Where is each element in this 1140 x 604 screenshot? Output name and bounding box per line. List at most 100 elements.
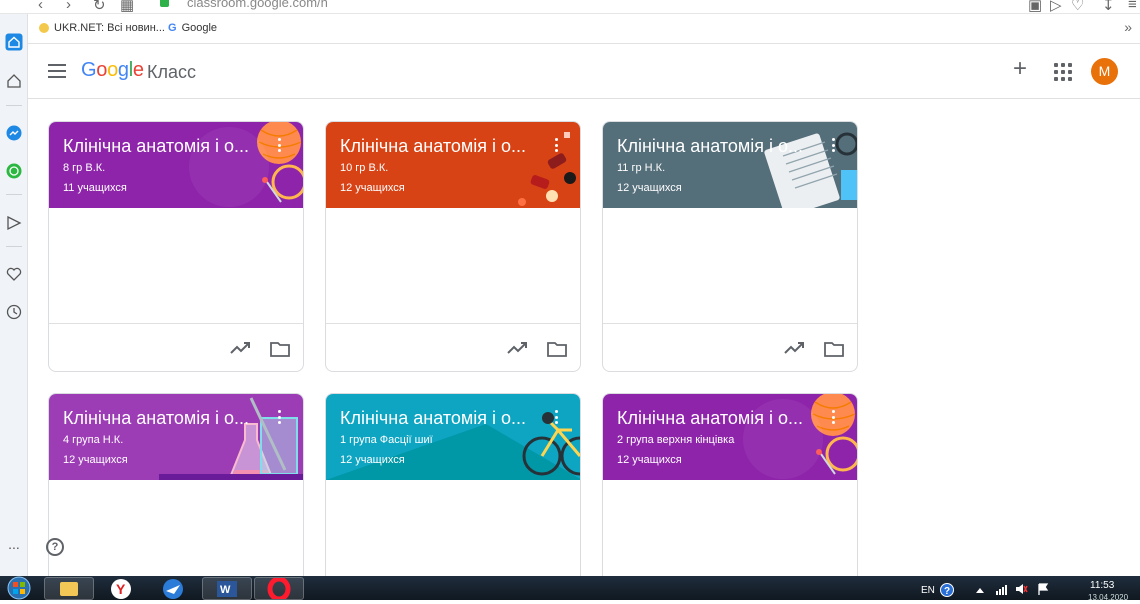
course-section: 10 гр В.К. (340, 162, 389, 174)
course-students: 12 учащихся (63, 454, 128, 466)
sidebar-home[interactable] (0, 28, 28, 56)
course-section: 4 група Н.К. (63, 434, 124, 446)
bookmarks-bar: UKR.NET: Всі новин... G Google » (28, 14, 1140, 44)
download-icon[interactable]: ↧ (1102, 0, 1115, 13)
more-options-icon[interactable] (275, 136, 283, 154)
svg-text:?: ? (944, 586, 950, 597)
sidebar-speed-dial[interactable] (0, 67, 28, 95)
clock-icon (6, 304, 22, 320)
course-banner[interactable]: Клінічна анатомія і о... 11 гр Н.К. 12 уча… (603, 122, 857, 208)
avatar[interactable]: M (1091, 58, 1118, 85)
word-icon: W (217, 581, 237, 597)
heart-icon (6, 267, 22, 281)
forward-icon[interactable]: › (66, 0, 71, 13)
browser-sidebar: ... (0, 14, 28, 576)
course-banner[interactable]: Клінічна анатомія і о... 4 група Н.К. 12 у… (49, 394, 303, 480)
trending-up-icon[interactable] (229, 339, 251, 357)
bookmark-ukrnet[interactable]: UKR.NET: Всі новин... (39, 22, 165, 34)
course-banner[interactable]: Клінічна анатомія і о... 10 гр В.К. 12 уча… (326, 122, 580, 208)
svg-text:W: W (220, 584, 231, 596)
course-banner[interactable]: Клінічна анатомія і о... 2 група верхня к… (603, 394, 857, 480)
trending-up-icon[interactable] (506, 339, 528, 357)
sidebar-flow[interactable] (0, 209, 28, 237)
secure-lock-icon (160, 0, 169, 7)
course-card[interactable]: Клінічна анатомія і о... 10 гр В.К. 12 уча… (325, 121, 581, 372)
more-options-icon[interactable] (829, 136, 837, 154)
folder-icon[interactable] (270, 341, 290, 357)
taskbar-app[interactable] (148, 577, 198, 600)
course-title[interactable]: Клінічна анатомія і о... (617, 136, 827, 157)
course-section: 11 гр Н.К. (617, 162, 666, 174)
course-title[interactable]: Клінічна анатомія і о... (63, 136, 273, 157)
yandex-icon: Y (111, 579, 131, 599)
folder-icon[interactable] (824, 341, 844, 357)
browser-address-bar: ‹ › ↻ ▦ classroom.google.com/h ▣ ▷ ♡ ↧ ≡ (0, 0, 1140, 14)
course-section: 2 група верхня кінцівка (617, 434, 735, 446)
bookmark-label: Google (181, 22, 218, 34)
course-card[interactable]: Клінічна анатомія і о... 2 група верхня к… (602, 393, 858, 583)
add-class-button[interactable]: + (1008, 57, 1032, 82)
taskbar-yandex[interactable]: Y (96, 577, 146, 600)
course-banner[interactable]: Клінічна анатомія і о... 8 гр В.К. 11 учащ… (49, 122, 303, 208)
url-text[interactable]: classroom.google.com/h (187, 0, 328, 10)
send-icon[interactable]: ▷ (1050, 0, 1062, 13)
heart-icon[interactable]: ♡ (1071, 0, 1084, 13)
apps-grid-icon[interactable] (1054, 63, 1072, 81)
trending-up-icon[interactable] (783, 339, 805, 357)
language-indicator[interactable]: EN (921, 585, 935, 596)
course-title[interactable]: Клінічна анатомія і о... (340, 136, 550, 157)
reload-icon[interactable]: ↻ (93, 0, 106, 13)
clock-time[interactable]: 11:53 (1090, 580, 1114, 591)
help-icon[interactable]: ? (46, 538, 64, 556)
sidebar-bookmarks[interactable] (0, 260, 28, 288)
home-icon (5, 33, 23, 51)
more-options-icon[interactable] (829, 408, 837, 426)
course-students: 12 учащихся (340, 182, 405, 194)
plane-icon (163, 579, 183, 599)
clock-date[interactable]: 13.04.2020 (1088, 593, 1128, 602)
card-divider (49, 323, 303, 324)
course-title[interactable]: Клінічна анатомія і о... (617, 408, 827, 429)
taskbar-word[interactable]: W (202, 577, 252, 600)
classroom-header: Google Класс + M (28, 44, 1140, 99)
action-center-flag-icon[interactable] (1036, 582, 1050, 596)
camera-icon[interactable]: ▣ (1028, 0, 1042, 13)
course-students: 12 учащихся (617, 182, 682, 194)
course-card[interactable]: Клінічна анатомія і о... 11 гр Н.К. 12 уча… (602, 121, 858, 372)
course-card[interactable]: Клінічна анатомія і о... 8 гр В.К. 11 учащ… (48, 121, 304, 372)
tabs-grid-icon[interactable]: ▦ (120, 0, 134, 13)
network-icon[interactable] (996, 583, 1010, 595)
sidebar-messenger[interactable] (0, 119, 28, 147)
course-title[interactable]: Клінічна анатомія і о... (63, 408, 273, 429)
whatsapp-icon (6, 163, 22, 179)
hamburger-menu-icon[interactable] (48, 64, 66, 78)
show-hidden-icons[interactable] (975, 586, 985, 594)
sidebar-whatsapp[interactable] (0, 157, 28, 185)
course-title[interactable]: Клінічна анатомія і о... (340, 408, 550, 429)
start-button-icon[interactable] (3, 576, 35, 600)
more-options-icon[interactable] (552, 136, 560, 154)
more-icon[interactable]: ... (0, 530, 28, 558)
help-tray-icon[interactable]: ? (940, 583, 954, 597)
google-logo[interactable]: Google (81, 59, 144, 82)
bookmark-google[interactable]: G Google (168, 22, 217, 34)
course-card[interactable]: Клінічна анатомія і о... 4 група Н.К. 12 у… (48, 393, 304, 583)
back-icon[interactable]: ‹ (38, 0, 43, 13)
taskbar-explorer[interactable] (44, 577, 94, 600)
google-g-icon: G (168, 22, 177, 34)
menu-lines-icon[interactable]: ≡ (1128, 0, 1137, 13)
ukrnet-icon (39, 23, 49, 33)
volume-icon[interactable] (1014, 582, 1028, 596)
taskbar-opera[interactable] (254, 576, 304, 602)
bookmarks-overflow-icon[interactable]: » (1124, 19, 1132, 35)
speed-dial-icon (7, 74, 21, 88)
course-banner[interactable]: Клінічна анатомія і о... 1 група Фасції ш… (326, 394, 580, 480)
more-options-icon[interactable] (552, 408, 560, 426)
course-students: 11 учащихся (63, 182, 127, 194)
card-divider (326, 323, 580, 324)
course-card[interactable]: Клінічна анатомія і о... 1 група Фасції ш… (325, 393, 581, 583)
course-section: 1 група Фасції шиї (340, 434, 433, 446)
folder-icon[interactable] (547, 341, 567, 357)
sidebar-history[interactable] (0, 298, 28, 326)
more-options-icon[interactable] (275, 408, 283, 426)
